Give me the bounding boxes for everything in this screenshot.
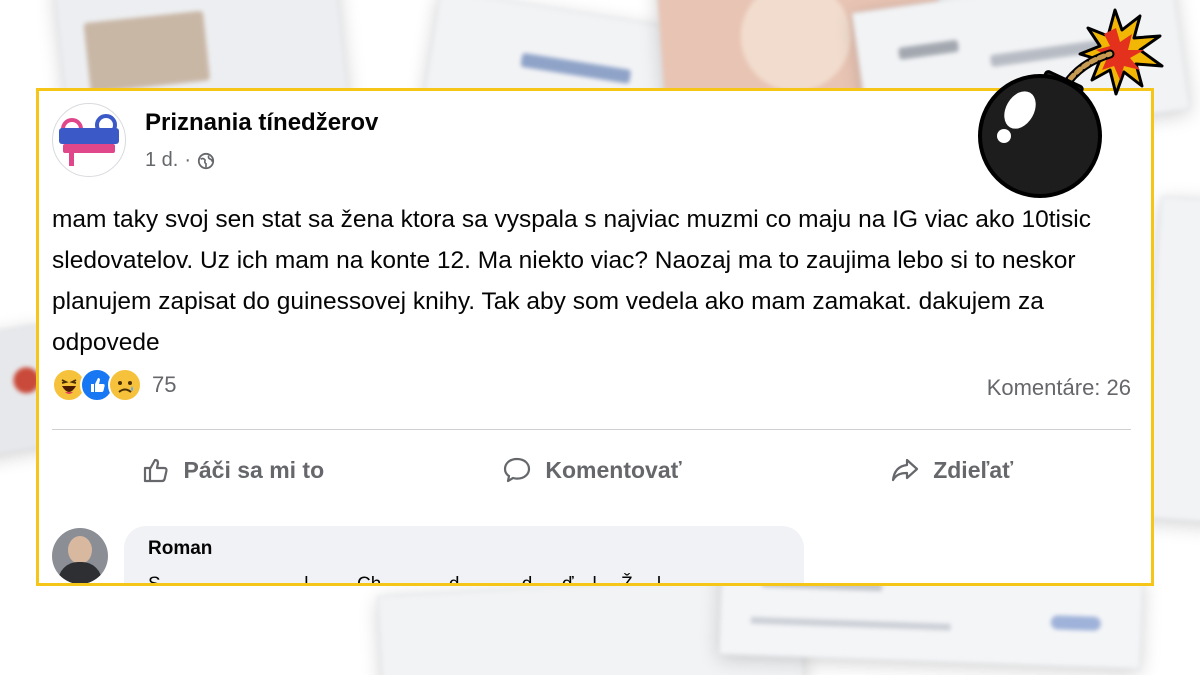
reactions-summary[interactable]: 75 (52, 368, 176, 402)
comment-button[interactable]: Komentovať (412, 443, 772, 497)
post-time[interactable]: 1 d. (145, 149, 178, 172)
reaction-count: 75 (152, 372, 177, 397)
like-label: Páči sa mi to (183, 456, 325, 483)
comments-count[interactable]: Komentáre: 26 (987, 375, 1131, 401)
meta-separator: · (184, 149, 192, 171)
share-label: Zdieľať (933, 456, 1014, 483)
commenter-avatar[interactable] (52, 528, 108, 583)
post-meta: 1 d. · (145, 149, 215, 172)
share-icon (892, 458, 919, 482)
bomb-icon (978, 8, 1164, 198)
thumbs-up-icon (143, 458, 168, 483)
sad-icon (108, 368, 142, 402)
page-name[interactable]: Priznania tínedžerov (145, 109, 378, 137)
like-button[interactable]: Páči sa mi to (52, 443, 412, 497)
post-actions: Páči sa mi to Komentovať Zdieľať (52, 443, 1131, 497)
comment-icon (504, 457, 531, 483)
comment-label: Komentovať (545, 456, 682, 483)
divider (52, 429, 1131, 430)
share-button[interactable]: Zdieľať (771, 443, 1131, 497)
comment-author[interactable]: Roman (148, 538, 212, 560)
comment-text: S… …………… …l……. Ch… …… d… ……d…. ď…l… Ž …l… (148, 574, 681, 586)
globe-icon (197, 152, 215, 169)
comment-bubble: Roman S… …………… …l……. Ch… …… d… ……d…. ď…l… (124, 526, 804, 586)
page-avatar[interactable] (52, 103, 126, 177)
post-text: mam taky svoj sen stat sa žena ktora sa … (52, 206, 1091, 356)
